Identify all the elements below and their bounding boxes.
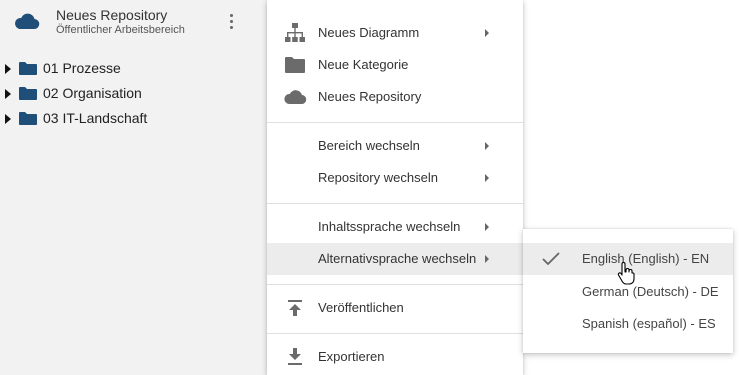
menu-item-neue-kategorie[interactable]: Neue Kategorie [267, 49, 523, 81]
menu-divider [267, 284, 523, 285]
menu-divider [267, 333, 523, 334]
menu-item-alternativsprache-wechseln[interactable]: Alternativsprache wechseln [267, 243, 523, 275]
menu-divider [267, 122, 523, 123]
repository-subtitle: Öffentlicher Arbeitsbereich [56, 24, 185, 36]
folder-icon [283, 53, 307, 77]
menu-item-exportieren[interactable]: Exportieren [267, 341, 523, 373]
checkmark-icon [541, 249, 561, 274]
chevron-right-icon [485, 142, 489, 150]
tree-item-organisation[interactable]: 02 Organisation [0, 83, 250, 108]
folder-icon [19, 111, 37, 130]
menu-item-repository-wechseln[interactable]: Repository wechseln [267, 162, 523, 194]
menu-item-neues-diagramm[interactable]: Neues Diagramm [267, 17, 523, 49]
menu-item-neues-repository[interactable]: Neues Repository [267, 81, 523, 113]
more-options-icon[interactable] [226, 12, 236, 32]
download-icon [283, 345, 307, 369]
tree-item-it-landschaft[interactable]: 03 IT-Landschaft [0, 108, 250, 133]
tree-item-label: 01 Prozesse [43, 60, 121, 76]
language-option-es[interactable]: Spanish (español) - ES [523, 308, 733, 340]
menu-item-label: Neues Diagramm [318, 25, 420, 40]
menu-item-inhaltssprache-wechseln[interactable]: Inhaltssprache wechseln [267, 211, 523, 243]
chevron-right-icon [485, 223, 489, 231]
expand-arrow-icon[interactable] [5, 89, 11, 99]
repository-tree: 01 Prozesse 02 Organisation 03 IT-Landsc… [0, 58, 250, 133]
tree-item-prozesse[interactable]: 01 Prozesse [0, 58, 250, 83]
menu-item-label: Bereich wechseln [318, 138, 420, 153]
language-option-label: German (Deutsch) - DE [582, 284, 719, 299]
menu-item-label: Veröffentlichen [318, 300, 404, 315]
tree-item-label: 02 Organisation [43, 85, 142, 101]
menu-item-label: Inhaltssprache wechseln [318, 219, 461, 234]
hand-cursor-icon [617, 262, 635, 291]
chevron-right-icon [485, 255, 489, 263]
repository-header[interactable]: Neues Repository Öffentlicher Arbeitsber… [0, 0, 268, 44]
language-option-label: English (English) - EN [582, 251, 710, 266]
context-menu: Neues Diagramm Neue Kategorie Neues Repo… [267, 0, 523, 375]
expand-arrow-icon[interactable] [5, 64, 11, 74]
menu-item-label: Alternativsprache wechseln [318, 251, 477, 266]
language-submenu: English (English) - EN German (Deutsch) … [523, 229, 733, 353]
cloud-icon [283, 85, 307, 109]
folder-icon [19, 86, 37, 105]
chevron-right-icon [485, 29, 489, 37]
menu-item-bereich-wechseln[interactable]: Bereich wechseln [267, 130, 523, 162]
cloud-icon [14, 12, 40, 35]
expand-arrow-icon[interactable] [5, 114, 11, 124]
tree-item-label: 03 IT-Landschaft [43, 110, 148, 126]
hierarchy-icon [283, 21, 307, 45]
menu-divider [267, 203, 523, 204]
folder-icon [19, 61, 37, 80]
menu-item-label: Exportieren [318, 349, 385, 364]
repository-panel: Neues Repository Öffentlicher Arbeitsber… [0, 0, 268, 375]
language-option-label: Spanish (español) - ES [582, 316, 716, 331]
menu-item-label: Repository wechseln [318, 170, 438, 185]
menu-item-veroeffentlichen[interactable]: Veröffentlichen [267, 292, 523, 324]
menu-item-label: Neue Kategorie [318, 57, 409, 72]
publish-icon [283, 296, 307, 320]
chevron-right-icon [485, 174, 489, 182]
repository-title: Neues Repository [56, 7, 168, 23]
menu-item-label: Neues Repository [318, 89, 422, 104]
